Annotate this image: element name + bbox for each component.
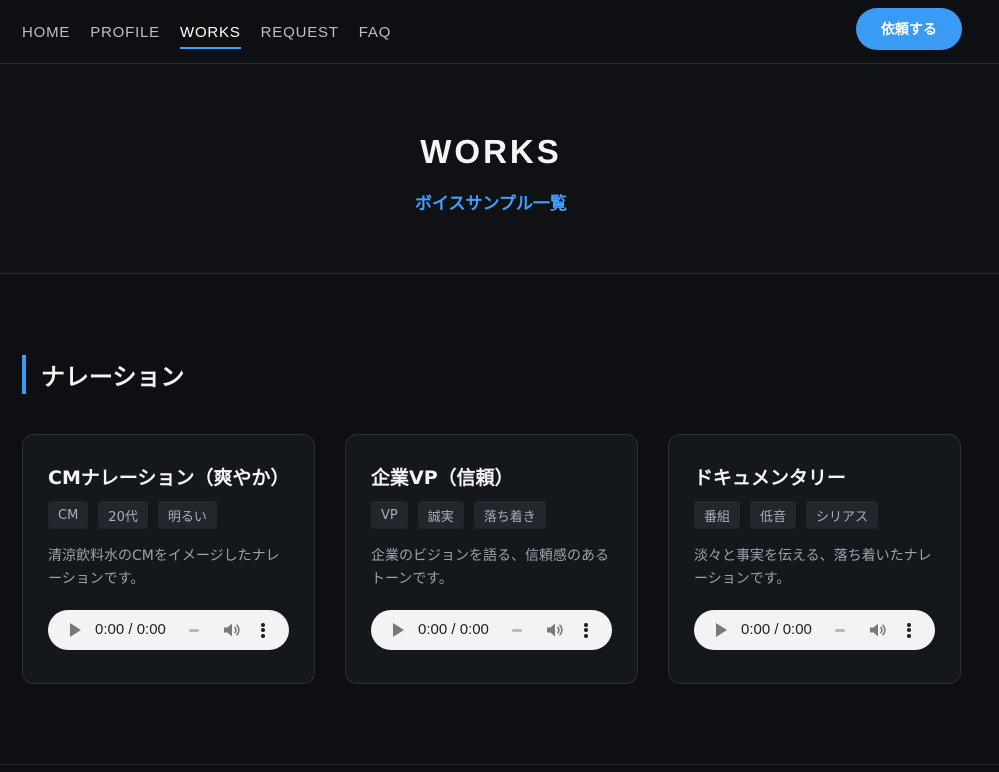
tag: 20代 — [98, 501, 148, 529]
audio-player[interactable]: 0:00 / 0:00 — [371, 610, 612, 650]
tag: CM — [48, 501, 89, 529]
more-vertical-icon[interactable] — [258, 621, 268, 639]
volume-icon[interactable] — [546, 622, 564, 638]
voice-sample-cards: CMナレーション（爽やか） CM 20代 明るい 清涼飲料水のCMをイメージした… — [22, 434, 962, 684]
section-divider — [0, 764, 999, 765]
tag: 落ち着き — [473, 501, 546, 529]
voice-sample-card: CMナレーション（爽やか） CM 20代 明るい 清涼飲料水のCMをイメージした… — [22, 434, 315, 684]
volume-icon[interactable] — [223, 622, 241, 638]
card-description: 淡々と事実を伝える、落ち着いたナレーションです。 — [694, 548, 932, 587]
player-time: 0:00 / 0:00 — [741, 621, 812, 638]
play-icon[interactable] — [393, 623, 404, 637]
tag: 番組 — [694, 501, 741, 529]
tag: シリアス — [806, 501, 879, 529]
card-title: CMナレーション（爽やか） — [48, 467, 290, 489]
play-icon[interactable] — [716, 623, 727, 637]
tag: 誠実 — [417, 501, 464, 529]
section-heading-narration: ナレーション — [22, 355, 185, 394]
nav-link-home[interactable]: HOME — [22, 16, 70, 49]
tag-list: CM 20代 明るい — [48, 501, 217, 529]
request-button[interactable]: 依頼する — [856, 8, 962, 50]
top-navbar: HOME PROFILE WORKS REQUEST FAQ 依頼する — [0, 0, 999, 64]
nav-link-profile[interactable]: PROFILE — [90, 16, 160, 49]
nav-link-request[interactable]: REQUEST — [261, 16, 339, 49]
page-subtitle: ボイスサンプル一覧 — [415, 194, 567, 214]
voice-sample-card: 企業VP（信頼） VP 誠実 落ち着き 企業のビジョンを語る、信頼感のあるトーン… — [345, 434, 638, 684]
voice-sample-card: ドキュメンタリー 番組 低音 シリアス 淡々と事実を伝える、落ち着いたナレーショ… — [668, 434, 961, 684]
volume-icon[interactable] — [869, 622, 887, 638]
tag: 明るい — [157, 501, 217, 529]
main-nav: HOME PROFILE WORKS REQUEST FAQ — [22, 0, 391, 64]
progress-slider[interactable] — [189, 629, 199, 632]
player-time: 0:00 / 0:00 — [418, 621, 489, 638]
progress-slider[interactable] — [835, 629, 845, 632]
tag-list: VP 誠実 落ち着き — [371, 501, 546, 529]
nav-link-works[interactable]: WORKS — [180, 16, 241, 49]
audio-player[interactable]: 0:00 / 0:00 — [48, 610, 289, 650]
tag-list: 番組 低音 シリアス — [694, 501, 879, 529]
progress-slider[interactable] — [512, 629, 522, 632]
card-title: ドキュメンタリー — [694, 467, 847, 489]
tag: VP — [371, 501, 408, 529]
player-time: 0:00 / 0:00 — [95, 621, 166, 638]
card-description: 清涼飲料水のCMをイメージしたナレーションです。 — [48, 548, 280, 587]
audio-player[interactable]: 0:00 / 0:00 — [694, 610, 935, 650]
tag: 低音 — [750, 501, 797, 529]
card-description: 企業のビジョンを語る、信頼感のあるトーンです。 — [371, 548, 609, 587]
page-title: WORKS — [420, 133, 562, 170]
hero-section: WORKS ボイスサンプル一覧 — [0, 65, 999, 274]
play-icon[interactable] — [70, 623, 81, 637]
more-vertical-icon[interactable] — [904, 621, 914, 639]
card-title: 企業VP（信頼） — [371, 467, 514, 489]
nav-link-faq[interactable]: FAQ — [359, 16, 391, 49]
more-vertical-icon[interactable] — [581, 621, 591, 639]
